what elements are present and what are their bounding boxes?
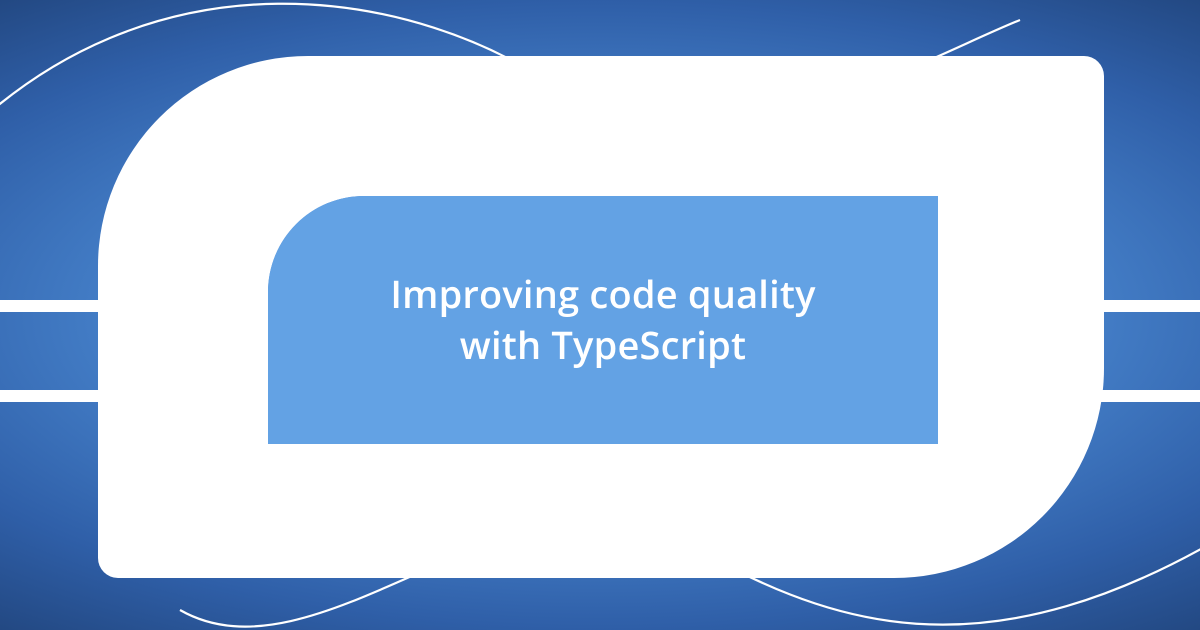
title-panel: Improving code quality with TypeScript bbox=[268, 196, 938, 444]
hero-title: Improving code quality with TypeScript bbox=[390, 269, 815, 372]
title-line-1: Improving code quality bbox=[390, 268, 815, 320]
title-line-2: with TypeScript bbox=[460, 319, 746, 371]
